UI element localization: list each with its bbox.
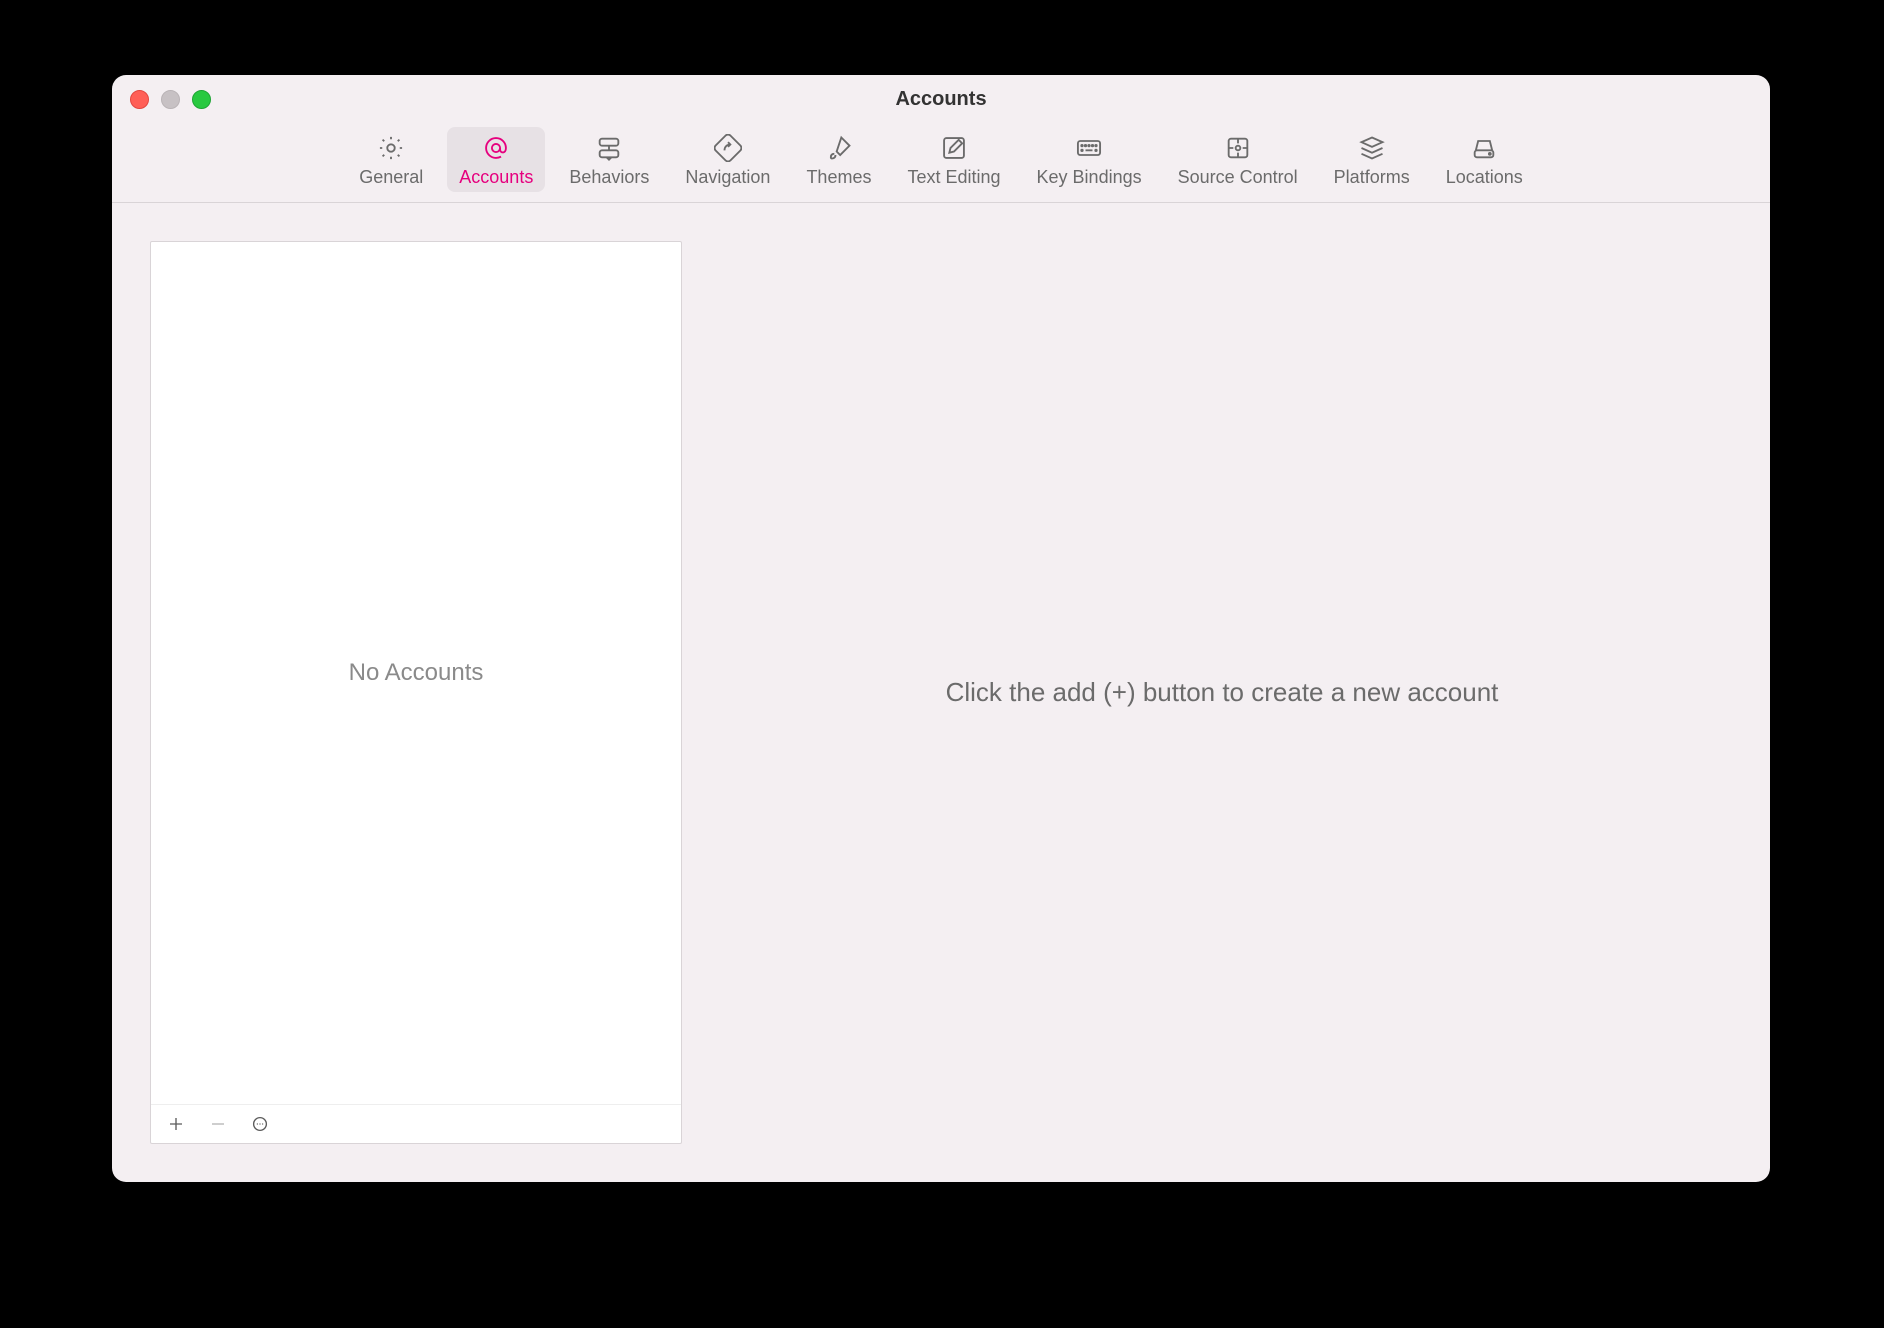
close-window-button[interactable] [130,90,149,109]
add-account-hint: Click the add (+) button to create a new… [946,677,1499,708]
plus-icon [167,1115,185,1133]
tab-label: Text Editing [907,167,1000,188]
tab-text-editing[interactable]: Text Editing [895,127,1012,192]
at-sign-icon [481,133,511,163]
content-area: No Accounts Click the add (+) button to … [112,203,1770,1182]
tab-label: Navigation [685,167,770,188]
accounts-list: No Accounts [151,242,681,1104]
ellipsis-circle-icon [251,1115,269,1133]
tab-source-control[interactable]: Source Control [1166,127,1310,192]
tab-accounts[interactable]: Accounts [447,127,545,192]
minimize-window-button[interactable] [161,90,180,109]
zoom-window-button[interactable] [192,90,211,109]
tab-themes[interactable]: Themes [794,127,883,192]
titlebar: Accounts [112,75,1770,123]
navigation-icon [713,133,743,163]
tab-key-bindings[interactable]: Key Bindings [1025,127,1154,192]
tab-label: Behaviors [569,167,649,188]
source-control-icon [1223,133,1253,163]
preferences-window: Accounts General Accounts Behaviors [112,75,1770,1182]
tab-general[interactable]: General [347,127,435,192]
pencil-square-icon [939,133,969,163]
preferences-toolbar: General Accounts Behaviors Navigation Th [112,123,1770,203]
accounts-list-panel: No Accounts [150,241,682,1144]
tab-behaviors[interactable]: Behaviors [557,127,661,192]
behaviors-icon [594,133,624,163]
minus-icon [209,1115,227,1133]
no-accounts-label: No Accounts [349,659,484,687]
tab-navigation[interactable]: Navigation [673,127,782,192]
tab-label: Themes [806,167,871,188]
tab-label: Platforms [1334,167,1410,188]
keyboard-icon [1074,133,1104,163]
traffic-lights [130,90,211,109]
add-account-button[interactable] [165,1113,187,1135]
account-actions-button[interactable] [249,1113,271,1135]
tab-label: Key Bindings [1037,167,1142,188]
stack-icon [1357,133,1387,163]
tab-label: General [359,167,423,188]
remove-account-button[interactable] [207,1113,229,1135]
tab-platforms[interactable]: Platforms [1322,127,1422,192]
paintbrush-icon [824,133,854,163]
tab-locations[interactable]: Locations [1434,127,1535,192]
accounts-list-footer [151,1104,681,1143]
tab-label: Locations [1446,167,1523,188]
tab-label: Source Control [1178,167,1298,188]
disk-icon [1469,133,1499,163]
gear-icon [376,133,406,163]
window-title: Accounts [112,88,1770,111]
account-detail-panel: Click the add (+) button to create a new… [712,241,1732,1144]
tab-label: Accounts [459,167,533,188]
